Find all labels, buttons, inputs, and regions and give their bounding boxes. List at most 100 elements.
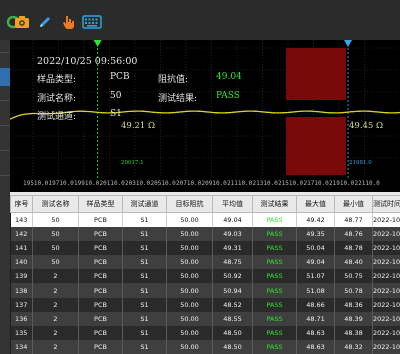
col-min-cell: 48.76 (334, 227, 373, 242)
table-row[interactable]: 135 2 PCB S1 50.00 48.50 PASS 48.63 48.38 2022-10… (10, 325, 400, 340)
col-target-impedance-header[interactable]: 目标阻抗 (166, 195, 213, 213)
keyboard-button[interactable] (81, 12, 103, 32)
col-min-cell: 50.78 (334, 283, 373, 298)
col-test-time-header[interactable]: 测试时间 (372, 195, 400, 213)
col-test-channel-cell: S1 (122, 339, 167, 354)
col-sample-type-cell: PCB (78, 325, 123, 340)
table-row[interactable]: 141 50 PCB S1 50.00 49.31 PASS 50.04 48.78 2022-1… (10, 241, 400, 256)
col-test-name-cell: 2 (32, 269, 79, 284)
selected-indicator (0, 68, 10, 86)
touch-button[interactable] (58, 12, 78, 32)
table-row[interactable]: 137 2 PCB S1 50.00 48.52 PASS 48.66 48.36 2022-10… (10, 297, 400, 312)
col-max-cell: 48.66 (296, 297, 335, 312)
x-tick-label: 19910.0 (74, 180, 100, 187)
col-test-result-header[interactable]: 测试结果 (252, 195, 297, 213)
col-min-cell: 48.40 (334, 255, 373, 270)
col-index-cell: 138 (10, 283, 33, 298)
table-row[interactable]: 143 50 PCB S1 50.00 49.04 PASS 49.42 48.77 2022-1… (10, 212, 400, 228)
col-target-impedance-cell: 50.00 (166, 311, 213, 326)
x-tick-label: 20110.0 (99, 180, 125, 187)
col-target-impedance-cell: 50.00 (166, 283, 213, 298)
table-row[interactable]: 140 50 PCB S1 50.00 48.75 PASS 49.04 48.40 2022-1… (10, 255, 400, 270)
col-min-cell: 48.39 (334, 311, 373, 326)
gate-band-lower (286, 117, 346, 175)
col-sample-type-header[interactable]: 样品类型 (78, 195, 123, 213)
col-average-header[interactable]: 平均值 (212, 195, 253, 213)
col-target-impedance-cell: 50.00 (166, 269, 213, 284)
col-test-result-cell: PASS (252, 297, 297, 312)
table-row[interactable]: 134 2 PCB S1 50.00 48.50 PASS 48.63 48.32 2022-10… (10, 339, 400, 354)
table-row[interactable]: 139 2 PCB S1 50.00 50.92 PASS 51.07 50.75 2022-10… (10, 269, 400, 284)
cursor-b-x-label: 21981.0 (349, 160, 372, 166)
edit-button[interactable] (35, 12, 55, 32)
x-tick-label: 20710.0 (176, 180, 202, 187)
test-result-value: PASS (216, 91, 240, 101)
col-test-name-cell: 50 (32, 241, 79, 256)
col-target-impedance-cell: 50.00 (166, 241, 213, 256)
col-average-cell: 49.31 (212, 241, 253, 256)
col-test-channel-cell: S1 (122, 212, 167, 228)
col-target-impedance-cell: 50.00 (166, 297, 213, 312)
col-average-cell: 48.55 (212, 311, 253, 326)
left-side-panel (0, 40, 10, 354)
toolbar (0, 0, 400, 40)
col-test-name-cell: 2 (32, 325, 79, 340)
col-test-time-cell: 2022-10- (372, 212, 400, 228)
impedance-chart[interactable]: 2022/10/25 09:56:00 样品类型: PCB 阻抗值: 49.04… (10, 40, 400, 178)
col-max-header[interactable]: 最大值 (296, 195, 335, 213)
test-result-label: 测试结果: (158, 94, 198, 104)
col-test-name-cell: 50 (32, 212, 79, 228)
col-min-cell: 50.75 (334, 269, 373, 284)
col-sample-type-cell: PCB (78, 212, 123, 228)
col-index-header[interactable]: 序号 (10, 195, 33, 213)
col-test-time-cell: 2022-10- (372, 311, 400, 326)
camera-button[interactable] (12, 12, 32, 32)
col-test-result-cell: PASS (252, 255, 297, 270)
cursor-b-y-label: 49.45 Ω (349, 121, 384, 131)
col-sample-type-cell: PCB (78, 255, 123, 270)
col-index-cell: 143 (10, 212, 33, 228)
cursor-a-marker (93, 40, 102, 47)
x-tick-label: 22110.0 (354, 180, 380, 187)
col-index-cell: 134 (10, 339, 33, 354)
table-row[interactable]: 142 50 PCB S1 50.00 49.03 PASS 49.35 48.76 2022-1… (10, 227, 400, 242)
resistance-label: 阻抗值: (158, 75, 189, 85)
x-tick-label: 21710.0 (303, 180, 329, 187)
col-test-result-cell: PASS (252, 227, 297, 242)
col-min-header[interactable]: 最小值 (334, 195, 373, 213)
x-tick-label: 21110.0 (227, 180, 253, 187)
x-tick-label: 20510.0 (150, 180, 176, 187)
col-test-result-cell: PASS (252, 311, 297, 326)
col-sample-type-cell: PCB (78, 311, 123, 326)
col-test-result-cell: PASS (252, 339, 297, 354)
hand-icon (63, 16, 74, 30)
col-max-cell: 51.08 (296, 283, 335, 298)
col-target-impedance-cell: 50.00 (166, 212, 213, 228)
col-average-cell: 48.50 (212, 339, 253, 354)
sample-type-label: 样品类型: (37, 75, 77, 85)
col-min-cell: 48.77 (334, 212, 373, 228)
col-test-name-cell: 50 (32, 255, 79, 270)
col-average-cell: 50.92 (212, 269, 253, 284)
x-tick-label: 21310.0 (252, 180, 278, 187)
col-index-cell: 137 (10, 297, 33, 312)
sample-type-value: PCB (110, 72, 130, 82)
col-test-time-cell: 2022-10- (372, 283, 400, 298)
col-target-impedance-cell: 50.00 (166, 227, 213, 242)
col-test-result-cell: PASS (252, 269, 297, 284)
col-sample-type-cell: PCB (78, 339, 123, 354)
camera-icon (15, 16, 29, 28)
col-max-cell: 49.35 (296, 227, 335, 242)
col-test-name-header[interactable]: 测试名称 (32, 195, 79, 213)
col-min-cell: 48.78 (334, 241, 373, 256)
col-test-channel-cell: S1 (122, 311, 167, 326)
col-test-channel-header[interactable]: 测试通道 (122, 195, 167, 213)
chart-x-axis: 19510.0 19710.0 19910.0 20110.0 20310.0 20510… (10, 178, 400, 192)
col-test-channel-cell: S1 (122, 283, 167, 298)
table-row[interactable]: 138 2 PCB S1 50.00 50.94 PASS 51.08 50.78 2022-10… (10, 283, 400, 298)
col-target-impedance-cell: 50.00 (166, 325, 213, 340)
col-index-cell: 141 (10, 241, 33, 256)
table-row[interactable]: 136 2 PCB S1 50.00 48.55 PASS 48.71 48.39 2022-10… (10, 311, 400, 326)
x-tick-label: 21910.0 (329, 180, 355, 187)
col-average-cell: 48.50 (212, 325, 253, 340)
